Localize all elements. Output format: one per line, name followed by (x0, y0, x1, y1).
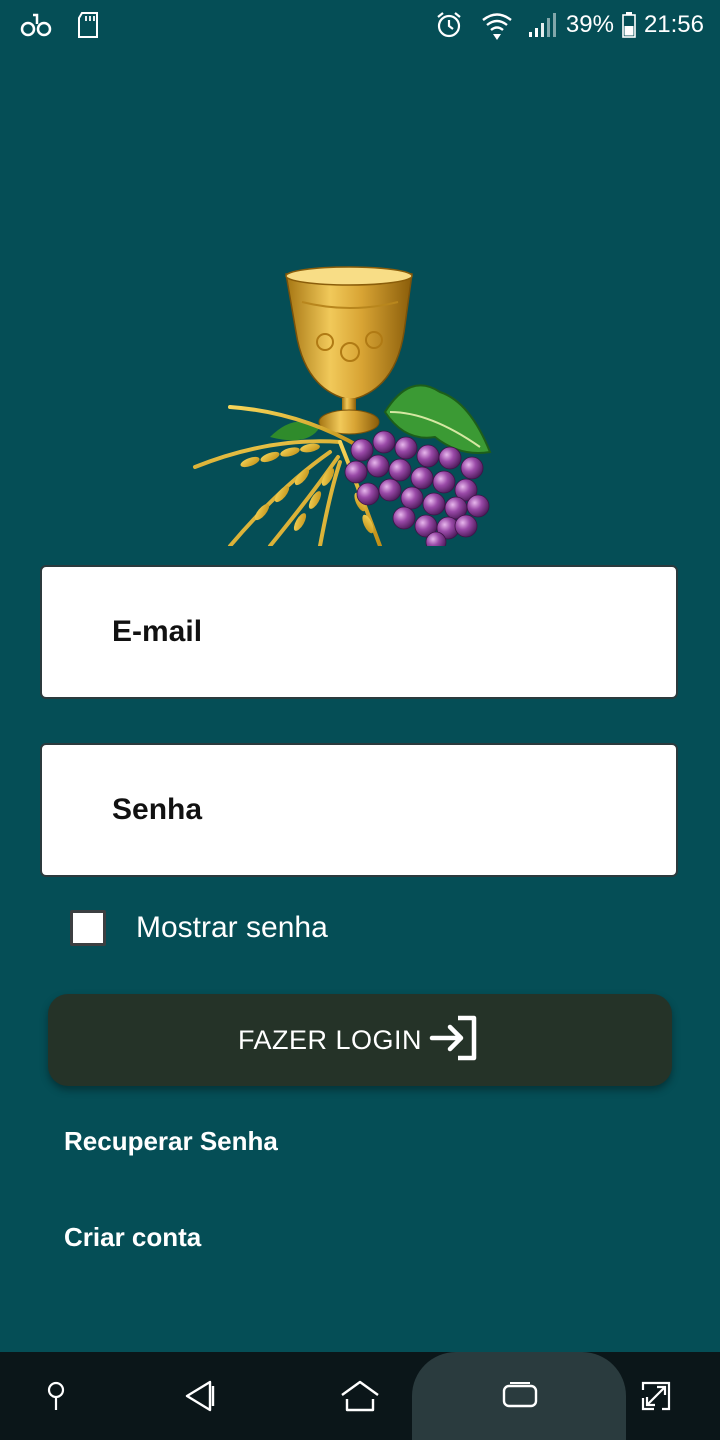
back-icon (185, 1380, 215, 1412)
email-input[interactable] (42, 567, 676, 697)
create-account-link[interactable]: Criar conta (64, 1222, 201, 1253)
battery-icon (622, 12, 636, 38)
login-screen: 39% 21:56 E-mail Mostrar senha FAZER LOG… (0, 0, 720, 1440)
wifi-icon (480, 10, 514, 40)
pin-button[interactable] (26, 1352, 86, 1440)
home-icon (341, 1380, 379, 1412)
status-time: 21:56 (643, 11, 704, 38)
show-password-toggle[interactable]: Mostrar senha (70, 910, 328, 946)
chalice-logo-image (193, 266, 492, 546)
recover-password-link[interactable]: Recuperar Senha (64, 1126, 278, 1157)
status-bar-right: 39% 21:56 (434, 10, 720, 40)
status-bar: 39% 21:56 (0, 0, 720, 50)
screen-rotate-button[interactable] (626, 1352, 686, 1440)
navigation-bar (0, 1352, 720, 1440)
show-password-label: Mostrar senha (136, 911, 328, 944)
carrier-oo-icon (20, 12, 52, 38)
pin-icon (47, 1381, 65, 1410)
password-field-container (40, 743, 678, 877)
alarm-icon (434, 10, 464, 40)
login-icon (428, 1014, 482, 1067)
battery-percent: 39% (565, 11, 614, 38)
login-button[interactable]: FAZER LOGIN (48, 994, 672, 1086)
show-password-checkbox[interactable] (70, 910, 106, 946)
back-button[interactable] (170, 1352, 230, 1440)
signal-icon (528, 12, 558, 38)
password-input[interactable] (42, 745, 676, 875)
status-bar-left (0, 11, 100, 39)
recent-apps-icon (502, 1382, 538, 1408)
sd-card-icon (76, 11, 100, 39)
login-button-label: FAZER LOGIN (237, 1024, 423, 1055)
email-field-container (40, 565, 678, 699)
recent-apps-button[interactable] (490, 1352, 550, 1440)
home-button[interactable] (330, 1352, 390, 1440)
screen-rotate-icon (641, 1381, 671, 1411)
